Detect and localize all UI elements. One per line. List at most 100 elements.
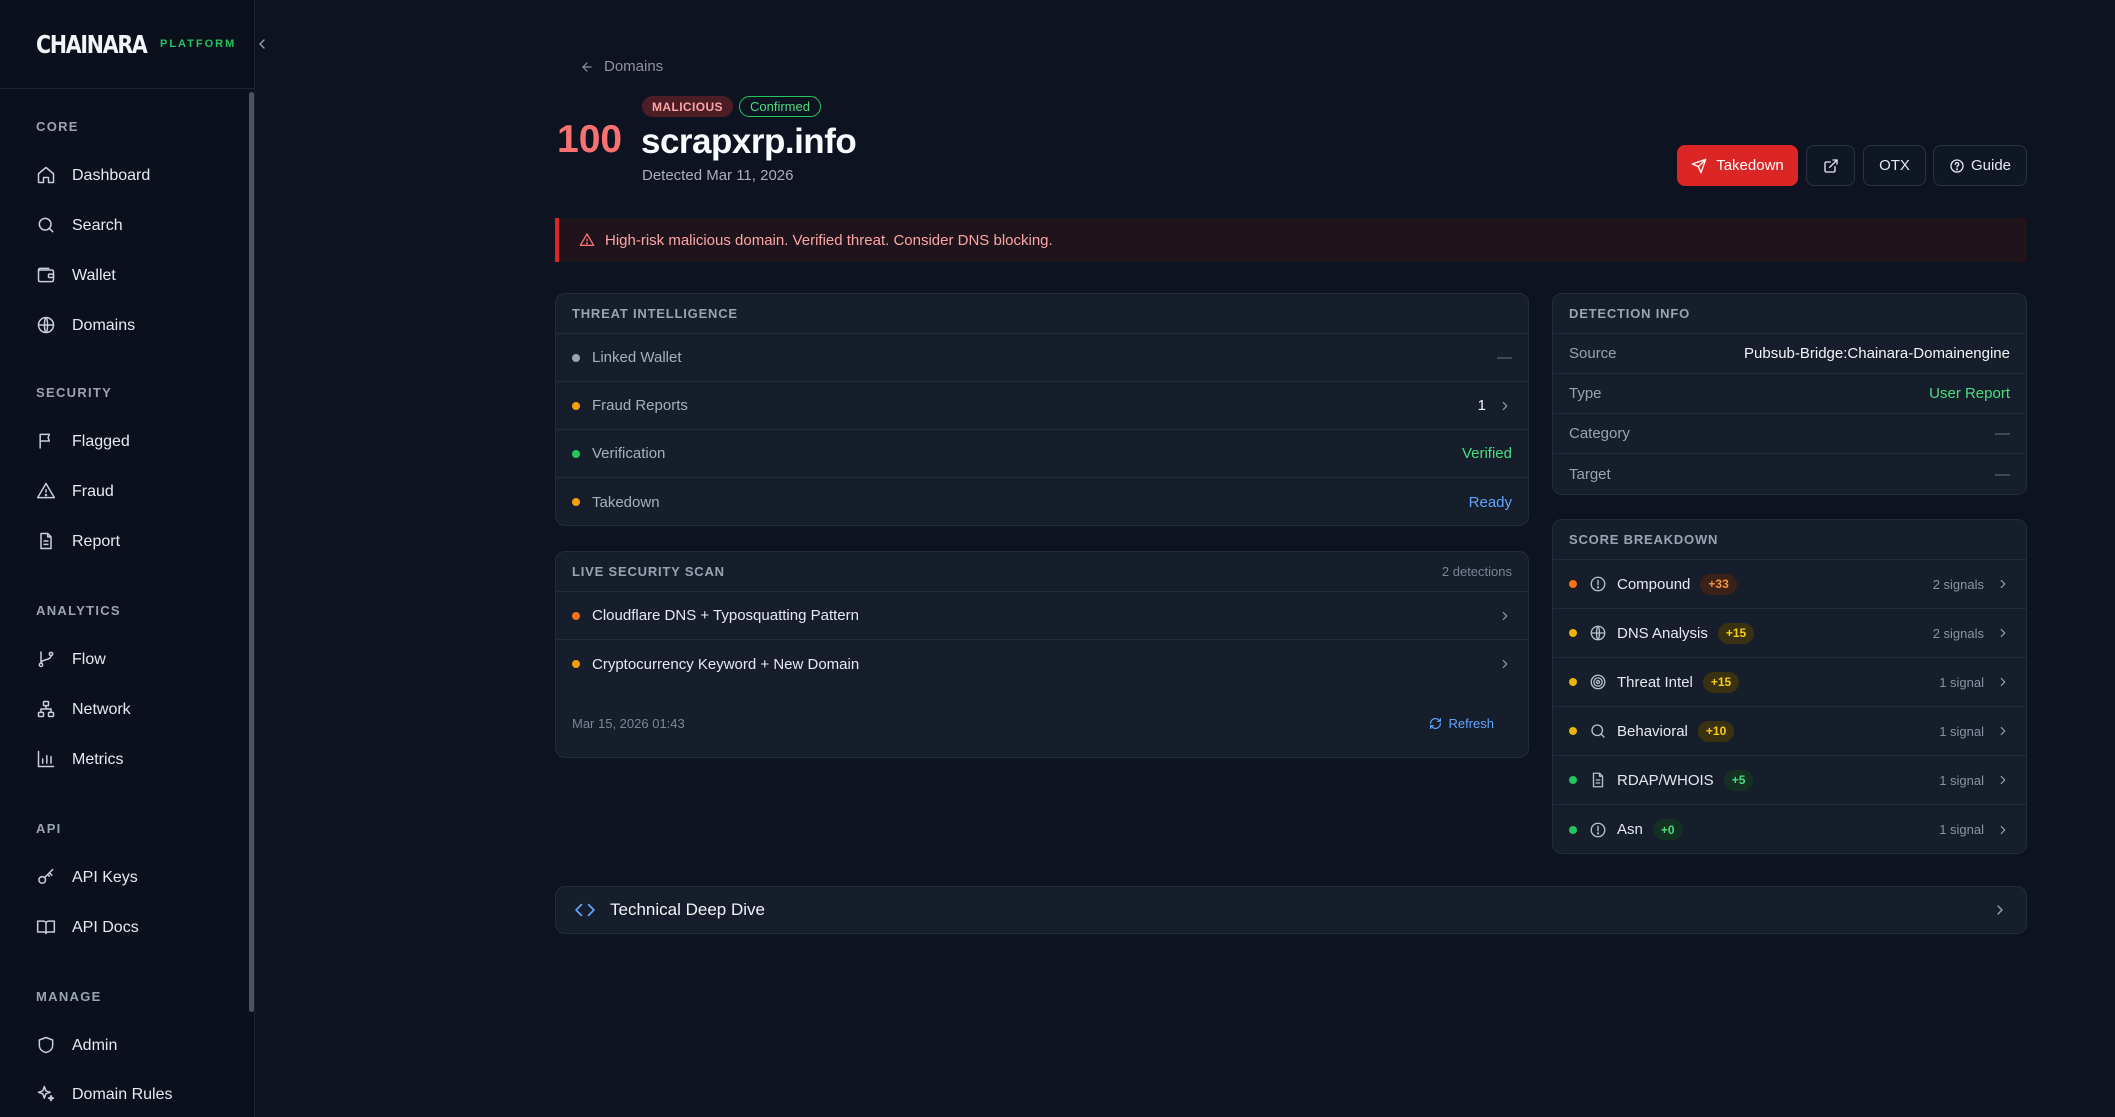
signal-count: 1 signal: [1939, 675, 2010, 690]
nav-section-analytics: ANALYTICS: [36, 603, 121, 618]
status-dot: [572, 353, 580, 362]
sidebar-item-domain-rules[interactable]: Domain Rules: [36, 1080, 226, 1110]
key-icon: [36, 867, 58, 889]
sidebar-item-label: Domain Rules: [72, 1086, 173, 1103]
sidebar-item-label: Report: [72, 533, 121, 550]
sidebar-item-report[interactable]: Report: [36, 527, 226, 557]
row-value: [1486, 657, 1512, 671]
flag-icon: [36, 431, 58, 453]
signal-count: 1 signal: [1939, 822, 2010, 837]
signal-count: 2 signals: [1933, 577, 2010, 592]
detection-info-row: Category —: [1553, 414, 2026, 454]
collapse-sidebar-button[interactable]: [254, 36, 270, 52]
threat-intel-row: Takedown Ready: [556, 478, 1528, 525]
status-dot: [1569, 776, 1577, 784]
refresh-button[interactable]: Refresh: [1429, 716, 1494, 731]
otx-button[interactable]: OTX: [1863, 145, 1926, 186]
refresh-icon: [1430, 717, 1442, 729]
nav-section-core: CORE: [36, 119, 79, 134]
chevron-right-icon: [1996, 577, 2010, 591]
score-breakdown-row[interactable]: Asn +0 1 signal: [1553, 805, 2026, 853]
sidebar-item-api-docs[interactable]: API Docs: [36, 913, 226, 943]
target-icon: [1589, 673, 1607, 691]
brand-logo[interactable]: CHAINARA: [36, 30, 148, 59]
live-security-scan-card: LIVE SECURITY SCAN 2 detections Cloudfla…: [555, 551, 1529, 758]
bar-chart-icon: [36, 749, 58, 771]
signal-count-text: 2 signals: [1932, 576, 1984, 592]
row-value-text: —: [1497, 349, 1512, 366]
row-label: Linked Wallet: [592, 349, 682, 366]
chevron-right-icon: [1996, 724, 2010, 738]
sidebar-item-label: API Keys: [72, 869, 138, 886]
score-breakdown-row[interactable]: DNS Analysis +15 2 signals: [1553, 609, 2026, 658]
score-breakdown-row[interactable]: Compound +33 2 signals: [1553, 560, 2026, 609]
row-value: User Report: [1929, 385, 2010, 402]
takedown-label: Takedown: [1716, 157, 1784, 174]
score-breakdown-row[interactable]: RDAP/WHOIS +5 1 signal: [1553, 756, 2026, 805]
document-icon: [36, 531, 58, 553]
card-title: LIVE SECURITY SCAN: [572, 564, 725, 579]
globe-icon: [1589, 624, 1607, 642]
chevron-right-icon: [1996, 773, 2010, 787]
card-title: THREAT INTELLIGENCE: [572, 306, 738, 321]
sidebar-item-search[interactable]: Search: [36, 211, 226, 241]
score-breakdown-card: SCORE BREAKDOWN Compound +33 2 signals DNS …: [1552, 519, 2027, 854]
row-value: 1: [1478, 397, 1512, 414]
technical-deep-dive-toggle[interactable]: Technical Deep Dive: [555, 886, 2027, 934]
row-value-text: 1: [1477, 397, 1486, 414]
sidebar-item-network[interactable]: Network: [36, 695, 226, 725]
sidebar-item-admin[interactable]: Admin: [36, 1031, 226, 1061]
row-label: Fraud Reports: [592, 397, 688, 414]
sidebar-item-fraud[interactable]: Fraud: [36, 477, 226, 507]
sidebar-item-wallet[interactable]: Wallet: [36, 261, 226, 291]
scan-detection-item[interactable]: Cloudflare DNS + Typosquatting Pattern: [556, 592, 1528, 640]
malicious-badge: MALICIOUS: [642, 96, 733, 117]
send-icon: [1691, 158, 1707, 173]
score-breakdown-row[interactable]: Behavioral +10 1 signal: [1553, 707, 2026, 756]
sidebar-scrollbar[interactable]: [248, 89, 255, 1117]
scan-detection-item[interactable]: Cryptocurrency Keyword + New Domain: [556, 640, 1528, 688]
category-label: DNS Analysis: [1617, 624, 1708, 642]
open-external-button[interactable]: [1806, 145, 1855, 186]
sidebar-item-api-keys[interactable]: API Keys: [36, 863, 226, 893]
signal-count: 1 signal: [1939, 773, 2010, 788]
sidebar-item-flow[interactable]: Flow: [36, 645, 226, 675]
external-link-icon: [1823, 158, 1838, 173]
sidebar-item-label: Domains: [72, 317, 136, 334]
file-icon: [1589, 771, 1607, 789]
sidebar-item-label: Flow: [72, 651, 106, 668]
category-label: Compound: [1617, 575, 1691, 593]
detection-info-row: Source Pubsub-Bridge:Chainara-Domainengin…: [1553, 334, 2026, 374]
chevron-left-icon: [259, 39, 265, 49]
alert-text: High-risk malicious domain. Verified thr…: [605, 231, 1053, 249]
row-label: Takedown: [592, 493, 660, 511]
sparkles-icon: [36, 1084, 58, 1106]
score-breakdown-row[interactable]: Threat Intel +15 1 signal: [1553, 658, 2026, 707]
sidebar-item-flagged[interactable]: Flagged: [36, 427, 226, 457]
takedown-button[interactable]: Takedown: [1677, 145, 1798, 186]
network-icon: [36, 699, 58, 721]
status-dot: [1569, 629, 1577, 637]
search-icon: [36, 215, 58, 237]
threat-intel-row[interactable]: Fraud Reports 1: [556, 382, 1528, 430]
sidebar-item-metrics[interactable]: Metrics: [36, 745, 226, 775]
sidebar-item-label: Search: [72, 217, 123, 234]
card-title: DETECTION INFO: [1569, 306, 1690, 321]
breadcrumb-label: Domains: [604, 58, 664, 75]
row-value-text: Verified: [1461, 445, 1512, 462]
sidebar-item-label: Flagged: [72, 433, 130, 450]
guide-button[interactable]: Guide: [1933, 145, 2027, 186]
row-value: Ready: [1469, 494, 1512, 511]
sidebar-item-label: Network: [72, 701, 131, 718]
sidebar-item-dashboard[interactable]: Dashboard: [36, 161, 226, 191]
detection-info-card: DETECTION INFO Source Pubsub-Bridge:Chain…: [1552, 293, 2027, 495]
row-label: Type: [1569, 385, 1602, 402]
category-label: Threat Intel: [1617, 673, 1693, 691]
sidebar-scrollbar-thumb[interactable]: [249, 92, 254, 1012]
nav-section-security: SECURITY: [36, 385, 113, 400]
alert-circle-icon: [1589, 821, 1607, 839]
breadcrumb-back[interactable]: Domains: [580, 58, 663, 75]
status-dot: [1569, 825, 1577, 834]
arrow-left-icon: [582, 61, 592, 72]
sidebar-item-domains[interactable]: Domains: [36, 311, 226, 341]
